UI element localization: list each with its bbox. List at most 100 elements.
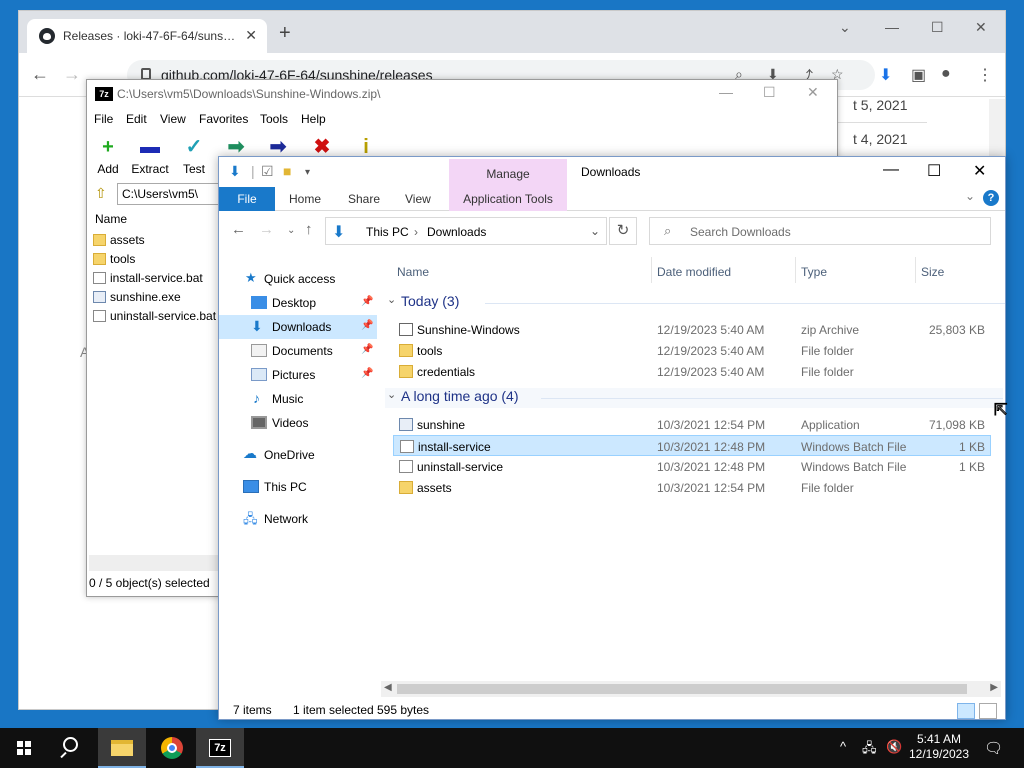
column-separator[interactable] [651,257,652,283]
column-header-date[interactable]: Date modified [657,265,731,279]
menu-view[interactable]: View [160,112,186,126]
menu-favorites[interactable]: Favorites [199,112,248,126]
properties-icon[interactable]: ☑ [261,163,274,180]
scrollbar-thumb[interactable] [397,684,967,694]
tab-close-icon[interactable]: ✕ [245,27,257,44]
extract-button[interactable]: ▬ Extract [127,136,173,176]
manage-context-tab[interactable]: Manage [449,159,567,187]
list-item[interactable]: install-service.bat [93,271,203,290]
column-header-name[interactable]: Name [397,265,429,279]
new-tab-button[interactable]: + [279,23,291,43]
menu-kebab-icon[interactable]: ⋮ [977,65,993,85]
sevenzip-hscrollbar[interactable] [89,555,219,571]
expand-ribbon-icon[interactable]: ⌄ [965,189,975,203]
close-icon[interactable]: ✕ [973,161,986,181]
search-button[interactable] [48,728,96,768]
nav-item-pictures[interactable]: Pictures 📌 [219,363,377,387]
network-icon[interactable]: 🖧 [862,739,877,761]
volume-muted-icon[interactable]: 🔇 [886,739,902,755]
column-separator[interactable] [915,257,916,283]
refresh-button[interactable]: ↻ [609,217,637,245]
column-header-type[interactable]: Type [801,265,827,279]
column-header-name[interactable]: Name [95,212,127,226]
test-button[interactable]: ✓ Test [171,136,217,176]
tab-application-tools[interactable]: Application Tools [449,187,567,211]
copy-button[interactable]: ➡ [213,136,259,158]
details-view-icon[interactable] [957,703,975,719]
table-row[interactable]: tools 12/19/2023 5:40 AM File folder [393,340,991,361]
minimize-icon[interactable]: — [719,84,733,100]
delete-button[interactable]: ✖ [299,136,345,158]
nav-item-quick-access[interactable]: ★ Quick access [219,267,377,291]
group-header-long-ago[interactable]: ⌄ A long time ago (4) [385,388,1003,408]
address-dropdown-icon[interactable]: ⌄ [590,224,600,238]
back-icon[interactable]: ← [231,221,246,238]
close-icon[interactable]: ✕ [807,84,819,101]
back-icon[interactable]: ← [31,64,49,85]
tab-home[interactable]: Home [289,187,321,211]
table-row[interactable]: sunshine 10/3/2021 12:54 PM Application … [393,414,991,435]
folder-up-icon[interactable]: ⇧ [95,185,107,202]
explorer-hscrollbar[interactable]: ◀ ▶ [381,681,1001,697]
tab-view[interactable]: View [405,187,431,211]
profile-avatar-icon[interactable]: ● [941,65,951,83]
table-row[interactable]: assets 10/3/2021 12:54 PM File folder [393,477,991,498]
recent-locations-icon[interactable]: ⌄ [287,225,295,236]
list-item[interactable]: uninstall-service.bat [93,309,216,328]
menu-file[interactable]: File [94,112,113,126]
list-item[interactable]: sunshine.exe [93,290,181,309]
column-separator[interactable] [795,257,796,283]
chrome-tab-releases[interactable]: Releases · loki-47-6F-64/sunshine ✕ [27,19,267,53]
collapse-chevron-icon[interactable]: ⌄ [387,388,396,401]
side-panel-icon[interactable]: ▣ [911,65,926,85]
scroll-right-icon[interactable]: ▶ [990,682,998,693]
forward-icon[interactable]: → [63,64,81,85]
forward-icon[interactable]: → [259,221,274,238]
nav-item-desktop[interactable]: Desktop 📌 [219,291,377,315]
list-item[interactable]: tools [93,252,135,271]
nav-item-network[interactable]: 🖧 Network [219,507,377,531]
nav-item-videos[interactable]: Videos [219,411,377,435]
scroll-left-icon[interactable]: ◀ [384,682,392,693]
move-button[interactable]: ➡ [255,136,301,158]
pin-icon[interactable]: 📌 [361,344,373,355]
new-folder-icon[interactable]: ■ [283,163,291,179]
file-explorer-taskbar-button[interactable] [98,728,146,768]
large-icons-view-icon[interactable] [979,703,997,719]
group-header-today[interactable]: ⌄ Today (3) [385,293,1005,313]
start-button[interactable] [0,728,48,768]
table-row-selected[interactable]: install-service 10/3/2021 12:48 PM Windo… [393,435,991,456]
menu-edit[interactable]: Edit [126,112,147,126]
add-button[interactable]: + Add [85,136,131,176]
breadcrumb[interactable]: ⬇ This PC › Downloads ⌄ [325,217,607,245]
search-input[interactable]: ⌕ Search Downloads [649,217,991,245]
show-hidden-icons-icon[interactable]: ^ [840,739,846,754]
downloads-icon[interactable]: ⬇ [879,65,892,85]
pin-icon[interactable]: 📌 [361,296,373,307]
column-header-size[interactable]: Size [921,265,944,279]
qat-dropdown-icon[interactable]: ▾ [305,167,310,178]
maximize-icon[interactable]: ☐ [931,19,944,36]
nav-item-documents[interactable]: Documents 📌 [219,339,377,363]
menu-help[interactable]: Help [301,112,326,126]
table-row[interactable]: credentials 12/19/2023 5:40 AM File fold… [393,361,991,382]
pin-icon[interactable]: 📌 [361,320,373,331]
minimize-icon[interactable]: — [885,19,899,35]
chevron-down-icon[interactable]: ⌄ [839,19,851,36]
table-row[interactable]: Sunshine-Windows 12/19/2023 5:40 AM zip … [393,319,991,340]
minimize-icon[interactable]: — [883,161,899,179]
nav-item-downloads[interactable]: ⬇ Downloads 📌 [219,315,377,339]
up-icon[interactable]: ↑ [305,221,313,238]
tab-share[interactable]: Share [348,187,380,211]
nav-item-this-pc[interactable]: This PC [219,475,377,499]
maximize-icon[interactable]: ☐ [763,84,776,101]
menu-tools[interactable]: Tools [260,112,288,126]
list-item[interactable]: assets [93,233,145,252]
table-row[interactable]: uninstall-service 10/3/2021 12:48 PM Win… [393,456,991,477]
chrome-taskbar-button[interactable] [148,728,196,768]
maximize-icon[interactable]: ☐ [927,161,941,181]
nav-item-music[interactable]: ♪ Music [219,387,377,411]
info-button[interactable]: i [343,136,389,158]
nav-item-onedrive[interactable]: ☁ OneDrive [219,443,377,467]
tab-file[interactable]: File [219,187,275,211]
